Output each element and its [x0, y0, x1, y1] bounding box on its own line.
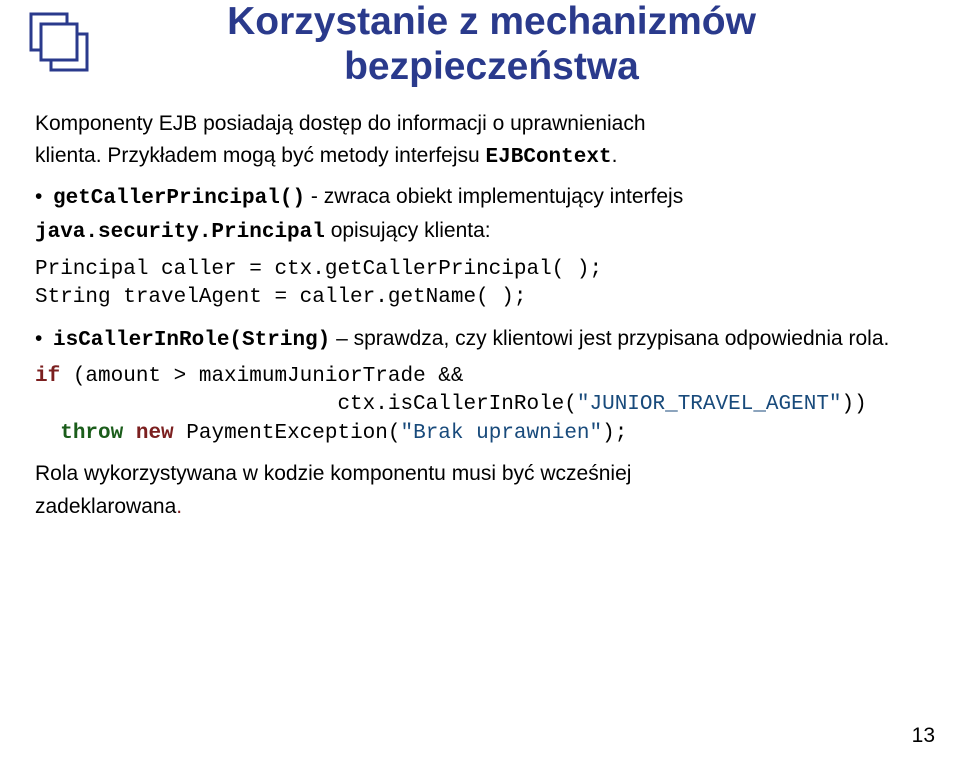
bullet1-code2: java.security.Principal [35, 221, 325, 244]
closing-paragraph: Rola wykorzystywana w kodzie komponentu … [35, 458, 935, 523]
bullet1-text-b: opisujący klienta: [325, 219, 491, 242]
intro-dot: . [612, 144, 618, 167]
title-line1: Korzystanie z mechanizmów [227, 0, 756, 43]
code2-str2: "Brak uprawnien" [401, 422, 603, 445]
code2-str1: "JUNIOR_TRAVEL_AGENT" [577, 393, 842, 416]
code2-end: ); [602, 422, 627, 445]
kw-new: new [136, 422, 174, 445]
slide: Korzystanie z mechanizmów bezpieczeństwa… [0, 0, 960, 762]
bullet1-method: getCallerPrincipal() [53, 187, 305, 210]
bullet-marker: • [35, 323, 53, 358]
para3-b: zadeklarowana [35, 495, 176, 518]
code2-exc: PaymentException( [174, 422, 401, 445]
slide-title: Korzystanie z mechanizmów bezpieczeństwa [48, 0, 935, 90]
intro-text-a: Komponenty EJB posiadają dostęp do infor… [35, 112, 646, 135]
slide-header: Korzystanie z mechanizmów bezpieczeństwa [25, 0, 935, 90]
title-line2: bezpieczeństwa [344, 45, 639, 88]
code2-close: )) [842, 393, 867, 416]
bullet-1-text: getCallerPrincipal() - zwraca obiekt imp… [53, 181, 935, 250]
bullet-2-text: isCallerInRole(String) – sprawdza, czy k… [53, 323, 935, 358]
code1-line1: Principal caller = ctx.getCallerPrincipa… [35, 258, 602, 281]
code-block-2: if (amount > maximumJuniorTrade && ctx.i… [35, 363, 935, 448]
code-block-1: Principal caller = ctx.getCallerPrincipa… [35, 256, 935, 313]
code2-indent: ctx.isCallerInRole( [35, 393, 577, 416]
bullet-2: • isCallerInRole(String) – sprawdza, czy… [35, 323, 935, 358]
bullet2-method: isCallerInRole(String) [53, 329, 330, 352]
para3-a: Rola wykorzystywana w kodzie komponentu … [35, 462, 631, 485]
page-number: 13 [912, 724, 935, 748]
kw-throw: throw [60, 422, 123, 445]
intro-code: EJBContext [486, 146, 612, 169]
bullet-1: • getCallerPrincipal() - zwraca obiekt i… [35, 181, 935, 250]
para3-dot: . [176, 495, 182, 518]
kw-if: if [35, 365, 60, 388]
intro-text-b: klienta. Przykładem mogą być metody inte… [35, 144, 486, 167]
bullet1-text-a: - zwraca obiekt implementujący interfejs [305, 185, 683, 208]
intro-paragraph: Komponenty EJB posiadają dostęp do infor… [35, 108, 935, 175]
code1-line2: String travelAgent = caller.getName( ); [35, 286, 526, 309]
slide-content: Komponenty EJB posiadają dostęp do infor… [25, 108, 935, 524]
code2-cond: (amount > maximumJuniorTrade && [60, 365, 463, 388]
bullet2-text: – sprawdza, czy klientowi jest przypisan… [330, 327, 889, 350]
